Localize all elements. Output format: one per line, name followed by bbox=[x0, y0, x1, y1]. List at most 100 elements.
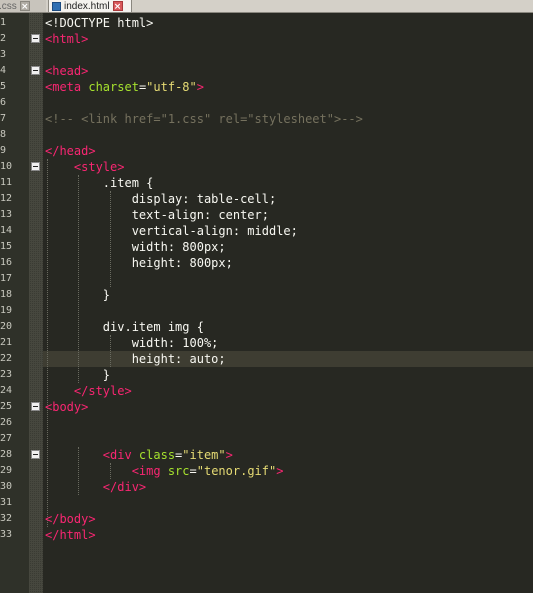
code-token: "utf-8" bbox=[146, 80, 197, 94]
document-icon bbox=[52, 1, 61, 11]
code-line[interactable]: } bbox=[45, 287, 110, 303]
code-token: src bbox=[167, 464, 190, 478]
code-token: } bbox=[45, 368, 111, 382]
code-line[interactable]: <body> bbox=[45, 399, 88, 415]
line-number: 22 bbox=[0, 353, 13, 364]
code-token: width: 100%; bbox=[45, 336, 219, 350]
line-number: 7 bbox=[0, 113, 7, 124]
code-line[interactable]: .item { bbox=[45, 175, 154, 191]
code-token: </head> bbox=[45, 144, 96, 158]
code-line[interactable]: </body> bbox=[45, 511, 96, 527]
fold-toggle-icon[interactable] bbox=[31, 402, 40, 411]
line-number: 19 bbox=[0, 305, 13, 316]
line-number: 13 bbox=[0, 209, 13, 220]
line-number: 29 bbox=[0, 465, 13, 476]
line-number: 30 bbox=[0, 481, 13, 492]
line-number: 18 bbox=[0, 289, 13, 300]
code-line[interactable]: height: 800px; bbox=[45, 255, 233, 271]
code-editor[interactable] bbox=[43, 13, 533, 593]
code-line[interactable]: } bbox=[45, 367, 110, 383]
code-token: <html> bbox=[45, 32, 89, 46]
close-icon[interactable]: × bbox=[112, 1, 123, 12]
code-line[interactable]: <!DOCTYPE html> bbox=[45, 15, 153, 31]
line-number: 23 bbox=[0, 369, 13, 380]
line-number: 31 bbox=[0, 497, 13, 508]
code-line[interactable]: width: 800px; bbox=[45, 239, 226, 255]
code-line[interactable]: width: 100%; bbox=[45, 335, 219, 351]
line-number: 5 bbox=[0, 81, 7, 92]
fold-toggle-icon[interactable] bbox=[31, 66, 40, 75]
code-line[interactable]: <html> bbox=[45, 31, 88, 47]
line-number: 20 bbox=[0, 321, 13, 332]
tab-label: index.html bbox=[64, 0, 110, 12]
line-number: 2 bbox=[0, 33, 7, 44]
code-token: </style> bbox=[73, 384, 132, 398]
code-line[interactable]: <div class="item"> bbox=[45, 447, 233, 463]
code-line[interactable]: </html> bbox=[45, 527, 96, 543]
line-number: 15 bbox=[0, 241, 13, 252]
code-token: height: auto; bbox=[45, 352, 226, 366]
code-line[interactable]: div.item img { bbox=[45, 319, 204, 335]
fold-toggle-icon[interactable] bbox=[31, 34, 40, 43]
line-number: 4 bbox=[0, 65, 7, 76]
code-line[interactable]: <head> bbox=[45, 63, 88, 79]
code-token: height: 800px; bbox=[45, 256, 233, 270]
fold-toggle-icon[interactable] bbox=[31, 450, 40, 459]
line-number: 16 bbox=[0, 257, 13, 268]
code-token: <body> bbox=[45, 400, 89, 414]
tab-index-html[interactable]: index.html × bbox=[48, 0, 132, 12]
code-line[interactable]: height: auto; bbox=[45, 351, 226, 367]
line-number: 1 bbox=[0, 17, 7, 28]
fold-toggle-icon[interactable] bbox=[31, 162, 40, 171]
code-token: display: table-cell; bbox=[45, 192, 277, 206]
code-token: .item { bbox=[45, 176, 154, 190]
code-line[interactable]: text-align: center; bbox=[45, 207, 269, 223]
code-token: > bbox=[276, 464, 284, 478]
code-line[interactable]: vertical-align: middle; bbox=[45, 223, 298, 239]
code-token: vertical-align: middle; bbox=[45, 224, 298, 238]
code-token: } bbox=[45, 288, 111, 302]
code-token: text-align: center; bbox=[45, 208, 269, 222]
code-token: > bbox=[196, 80, 204, 94]
code-line[interactable]: <meta charset="utf-8"> bbox=[45, 79, 204, 95]
line-number: 12 bbox=[0, 193, 13, 204]
line-number: 14 bbox=[0, 225, 13, 236]
line-number: 24 bbox=[0, 385, 13, 396]
line-number: 26 bbox=[0, 417, 13, 428]
code-line[interactable]: <style> bbox=[45, 159, 125, 175]
close-icon[interactable]: × bbox=[19, 1, 30, 12]
code-token: = bbox=[189, 464, 197, 478]
code-token: <head> bbox=[45, 64, 89, 78]
code-line[interactable]: <!-- <link href="1.css" rel="stylesheet"… bbox=[45, 111, 363, 127]
code-token: <style> bbox=[73, 160, 125, 174]
fold-margin bbox=[29, 13, 43, 593]
code-line[interactable]: <img src="tenor.gif"> bbox=[45, 463, 284, 479]
code-line[interactable]: </style> bbox=[45, 383, 132, 399]
line-number: 6 bbox=[0, 97, 7, 108]
tab-css-file[interactable]: .css × bbox=[0, 0, 46, 12]
line-number: 17 bbox=[0, 273, 13, 284]
code-token: </div> bbox=[102, 480, 147, 494]
line-number: 27 bbox=[0, 433, 13, 444]
tab-label: .css bbox=[0, 0, 17, 12]
tab-bar: .css × index.html × bbox=[0, 0, 533, 13]
code-token: </body> bbox=[45, 512, 96, 526]
code-line[interactable]: </div> bbox=[45, 479, 146, 495]
line-number: 21 bbox=[0, 337, 13, 348]
line-number: 10 bbox=[0, 161, 13, 172]
code-token: "tenor.gif" bbox=[196, 464, 277, 478]
line-number: 25 bbox=[0, 401, 13, 412]
line-number: 9 bbox=[0, 145, 7, 156]
code-token: "item" bbox=[182, 448, 226, 462]
code-token: > bbox=[225, 448, 233, 462]
code-line[interactable]: </head> bbox=[45, 143, 96, 159]
line-number: 33 bbox=[0, 529, 13, 540]
code-token: <!-- <link href="1.css" rel="stylesheet"… bbox=[45, 112, 363, 126]
code-line[interactable]: display: table-cell; bbox=[45, 191, 277, 207]
code-token: <!DOCTYPE html> bbox=[45, 16, 154, 30]
line-number: 32 bbox=[0, 513, 13, 524]
